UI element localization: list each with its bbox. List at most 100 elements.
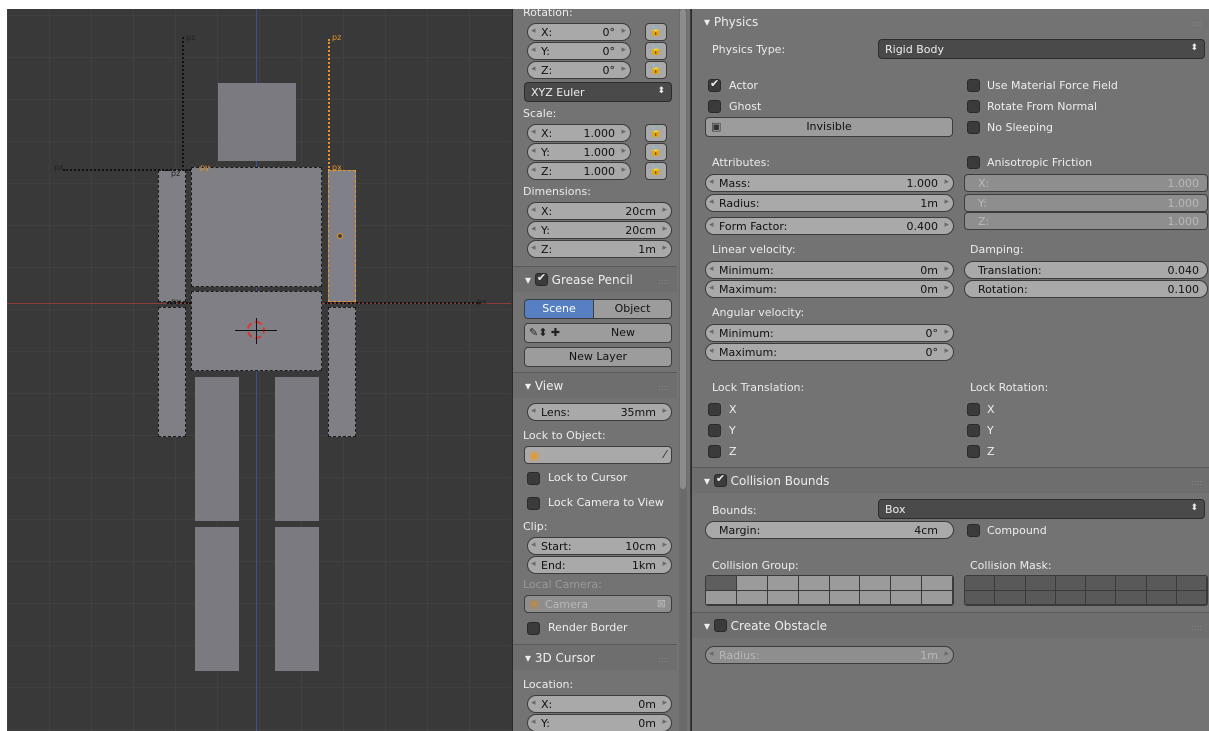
collision-bounds-panel-header[interactable]: ▾ Collision Bounds :::: [692,467,1209,493]
right-upper-leg-mesh[interactable] [275,377,319,521]
lock-camera-to-view-checkbox[interactable] [527,497,540,510]
left-lower-arm-mesh[interactable] [158,307,186,437]
anisotropic-friction-checkbox[interactable] [967,156,980,169]
mass-field[interactable]: ◂ Mass: 1.000 ▸ [705,174,954,192]
actor-checkbox[interactable] [708,77,721,92]
angular-min-field[interactable]: ◂ Minimum: 0° ▸ [705,324,954,342]
selected-empty-z-axis-line [328,39,330,171]
collision-mask-grid[interactable] [964,575,1208,606]
left-upper-arm-mesh[interactable] [158,170,186,302]
lock-translation-z-checkbox[interactable] [708,445,721,458]
clip-label: Clip: [523,520,548,533]
dimension-z-field[interactable]: ◂ Z: 1m ▸ [527,240,672,258]
sidebar-scrollbar-thumb[interactable] [680,9,686,489]
bounds-label: Bounds: [712,504,757,517]
bone-label: pz [186,33,196,42]
scale-x-field[interactable]: ◂ X: 1.000 ▸ [527,124,631,142]
right-lower-arm-mesh[interactable] [328,307,356,437]
translation-damping-slider[interactable]: Translation: 0.040 [964,261,1208,279]
create-obstacle-enable-checkbox[interactable] [713,619,727,632]
lock-translation-y-checkbox[interactable] [708,424,721,437]
left-upper-leg-mesh[interactable] [195,377,239,521]
no-sleeping-checkbox[interactable] [967,121,980,134]
right-lower-leg-mesh[interactable] [275,527,319,671]
rotation-mode-select[interactable]: XYZ Euler ⬍ [524,82,672,102]
drag-grip-icon[interactable]: :::: [658,383,669,392]
grease-pencil-panel-header[interactable]: ▾ Grease Pencil :::: [513,266,677,292]
scale-z-field[interactable]: ◂ Z: 1.000 ▸ [527,162,631,180]
rotation-z-field[interactable]: ◂ Z: 0° ▸ [527,61,631,79]
view-panel-header[interactable]: ▾ View :::: [513,372,677,398]
lock-scale-x-icon[interactable]: 🔓 [645,124,667,142]
lock-camera-to-view-label: Lock Camera to View [548,496,664,509]
create-obstacle-panel-header[interactable]: ▾ Create Obstacle :::: [692,612,1209,638]
use-material-force-field-checkbox[interactable] [967,79,980,92]
bounds-select[interactable]: Box ⬍ [878,499,1205,519]
rotation-damping-slider[interactable]: Rotation: 0.100 [964,280,1208,298]
bone-label: px [477,297,487,306]
3d-cursor-crosshair [256,318,257,344]
physics-panel-header[interactable]: ▾ Physics :::: [692,9,1209,35]
drag-grip-icon[interactable]: :::: [1191,478,1202,487]
lock-scale-y-icon[interactable]: 🔓 [645,143,667,161]
compound-checkbox[interactable] [967,524,980,537]
cursor-y-field[interactable]: ◂ Y: 0m ▸ [527,714,672,731]
empty-x-axis-line-right [325,302,481,304]
lock-rotation-y-checkbox[interactable] [967,424,980,437]
rotate-from-normal-checkbox[interactable] [967,100,980,113]
margin-field[interactable]: Margin: 4cm [705,521,954,539]
grease-pencil-new-button[interactable]: ✎⬍ ✚ New [524,323,672,343]
collision-group-grid[interactable] [705,575,954,606]
dimension-x-field[interactable]: ◂ X: 20cm ▸ [527,202,672,220]
lock-translation-x-checkbox[interactable] [708,403,721,416]
3d-viewport[interactable]: pz pz px py pz px py px [7,9,511,731]
drag-grip-icon[interactable]: :::: [1191,623,1202,632]
physics-type-label: Physics Type: [712,43,786,56]
grease-pencil-scene-tab[interactable]: Scene [524,299,594,319]
render-border-checkbox[interactable] [527,622,540,635]
lens-field[interactable]: ◂ Lens: 35mm ▸ [527,403,672,421]
linear-min-field[interactable]: ◂ Minimum: 0m ▸ [705,261,954,279]
physics-type-select[interactable]: Rigid Body ⬍ [878,39,1205,59]
lock-rotation-z-checkbox[interactable] [967,445,980,458]
ghost-checkbox[interactable] [708,100,721,113]
clip-end-field[interactable]: ◂ End: 1km ▸ [527,556,672,574]
left-lower-leg-mesh[interactable] [195,527,239,671]
rotation-x-field[interactable]: ◂ X: 0° ▸ [527,23,631,41]
lock-rotation-x-icon[interactable]: 🔓 [645,23,667,41]
dimension-y-field[interactable]: ◂ Y: 20cm ▸ [527,221,672,239]
ghost-label: Ghost [729,100,762,113]
lock-rotation-x-checkbox[interactable] [967,403,980,416]
lock-rotation-z-icon[interactable]: 🔓 [645,61,667,79]
3d-cursor-panel-header[interactable]: ▾ 3D Cursor :::: [513,644,677,670]
physics-properties-editor: ▾ Physics :::: Physics Type: Rigid Body ⬍… [691,9,1209,731]
collision-bounds-enable-checkbox[interactable] [713,472,727,487]
torso-upper-mesh[interactable] [191,167,322,287]
form-factor-field[interactable]: ◂ Form Factor: 0.400 ▸ [705,217,954,235]
linear-max-field[interactable]: ◂ Maximum: 0m ▸ [705,280,954,298]
grease-pencil-enable-checkbox[interactable] [534,271,548,286]
collision-mask-label: Collision Mask: [970,559,1052,572]
radius-field[interactable]: ◂ Radius: 1m ▸ [705,194,954,212]
lock-to-cursor-checkbox[interactable] [527,472,540,485]
rotation-y-field[interactable]: ◂ Y: 0° ▸ [527,42,631,60]
bone-label: px [332,163,342,172]
new-layer-button[interactable]: New Layer [524,347,672,367]
angular-max-field[interactable]: ◂ Maximum: 0° ▸ [705,343,954,361]
cursor-x-field[interactable]: ◂ X: 0m ▸ [527,695,672,713]
drag-grip-icon[interactable]: :::: [1191,19,1202,28]
head-mesh[interactable] [218,83,296,161]
rotation-label: Rotation: [523,9,573,19]
lock-rotation-y-icon[interactable]: 🔓 [645,42,667,60]
invisible-toggle-button[interactable]: ▣ Invisible [705,117,953,137]
grease-pencil-object-tab[interactable]: Object [593,299,672,319]
lock-translation-y-label: Y [729,424,736,437]
drag-grip-icon[interactable]: :::: [658,655,669,664]
clip-start-field[interactable]: ◂ Start: 10cm ▸ [527,537,672,555]
scale-y-field[interactable]: ◂ Y: 1.000 ▸ [527,143,631,161]
eyedropper-icon[interactable]: ⁄ [664,448,666,461]
collision-bounds-title: ▾ Collision Bounds [704,472,829,488]
lock-to-object-field[interactable]: ▣ ⁄ [524,446,672,464]
lock-scale-z-icon[interactable]: 🔓 [645,162,667,180]
drag-grip-icon[interactable]: :::: [658,277,669,286]
